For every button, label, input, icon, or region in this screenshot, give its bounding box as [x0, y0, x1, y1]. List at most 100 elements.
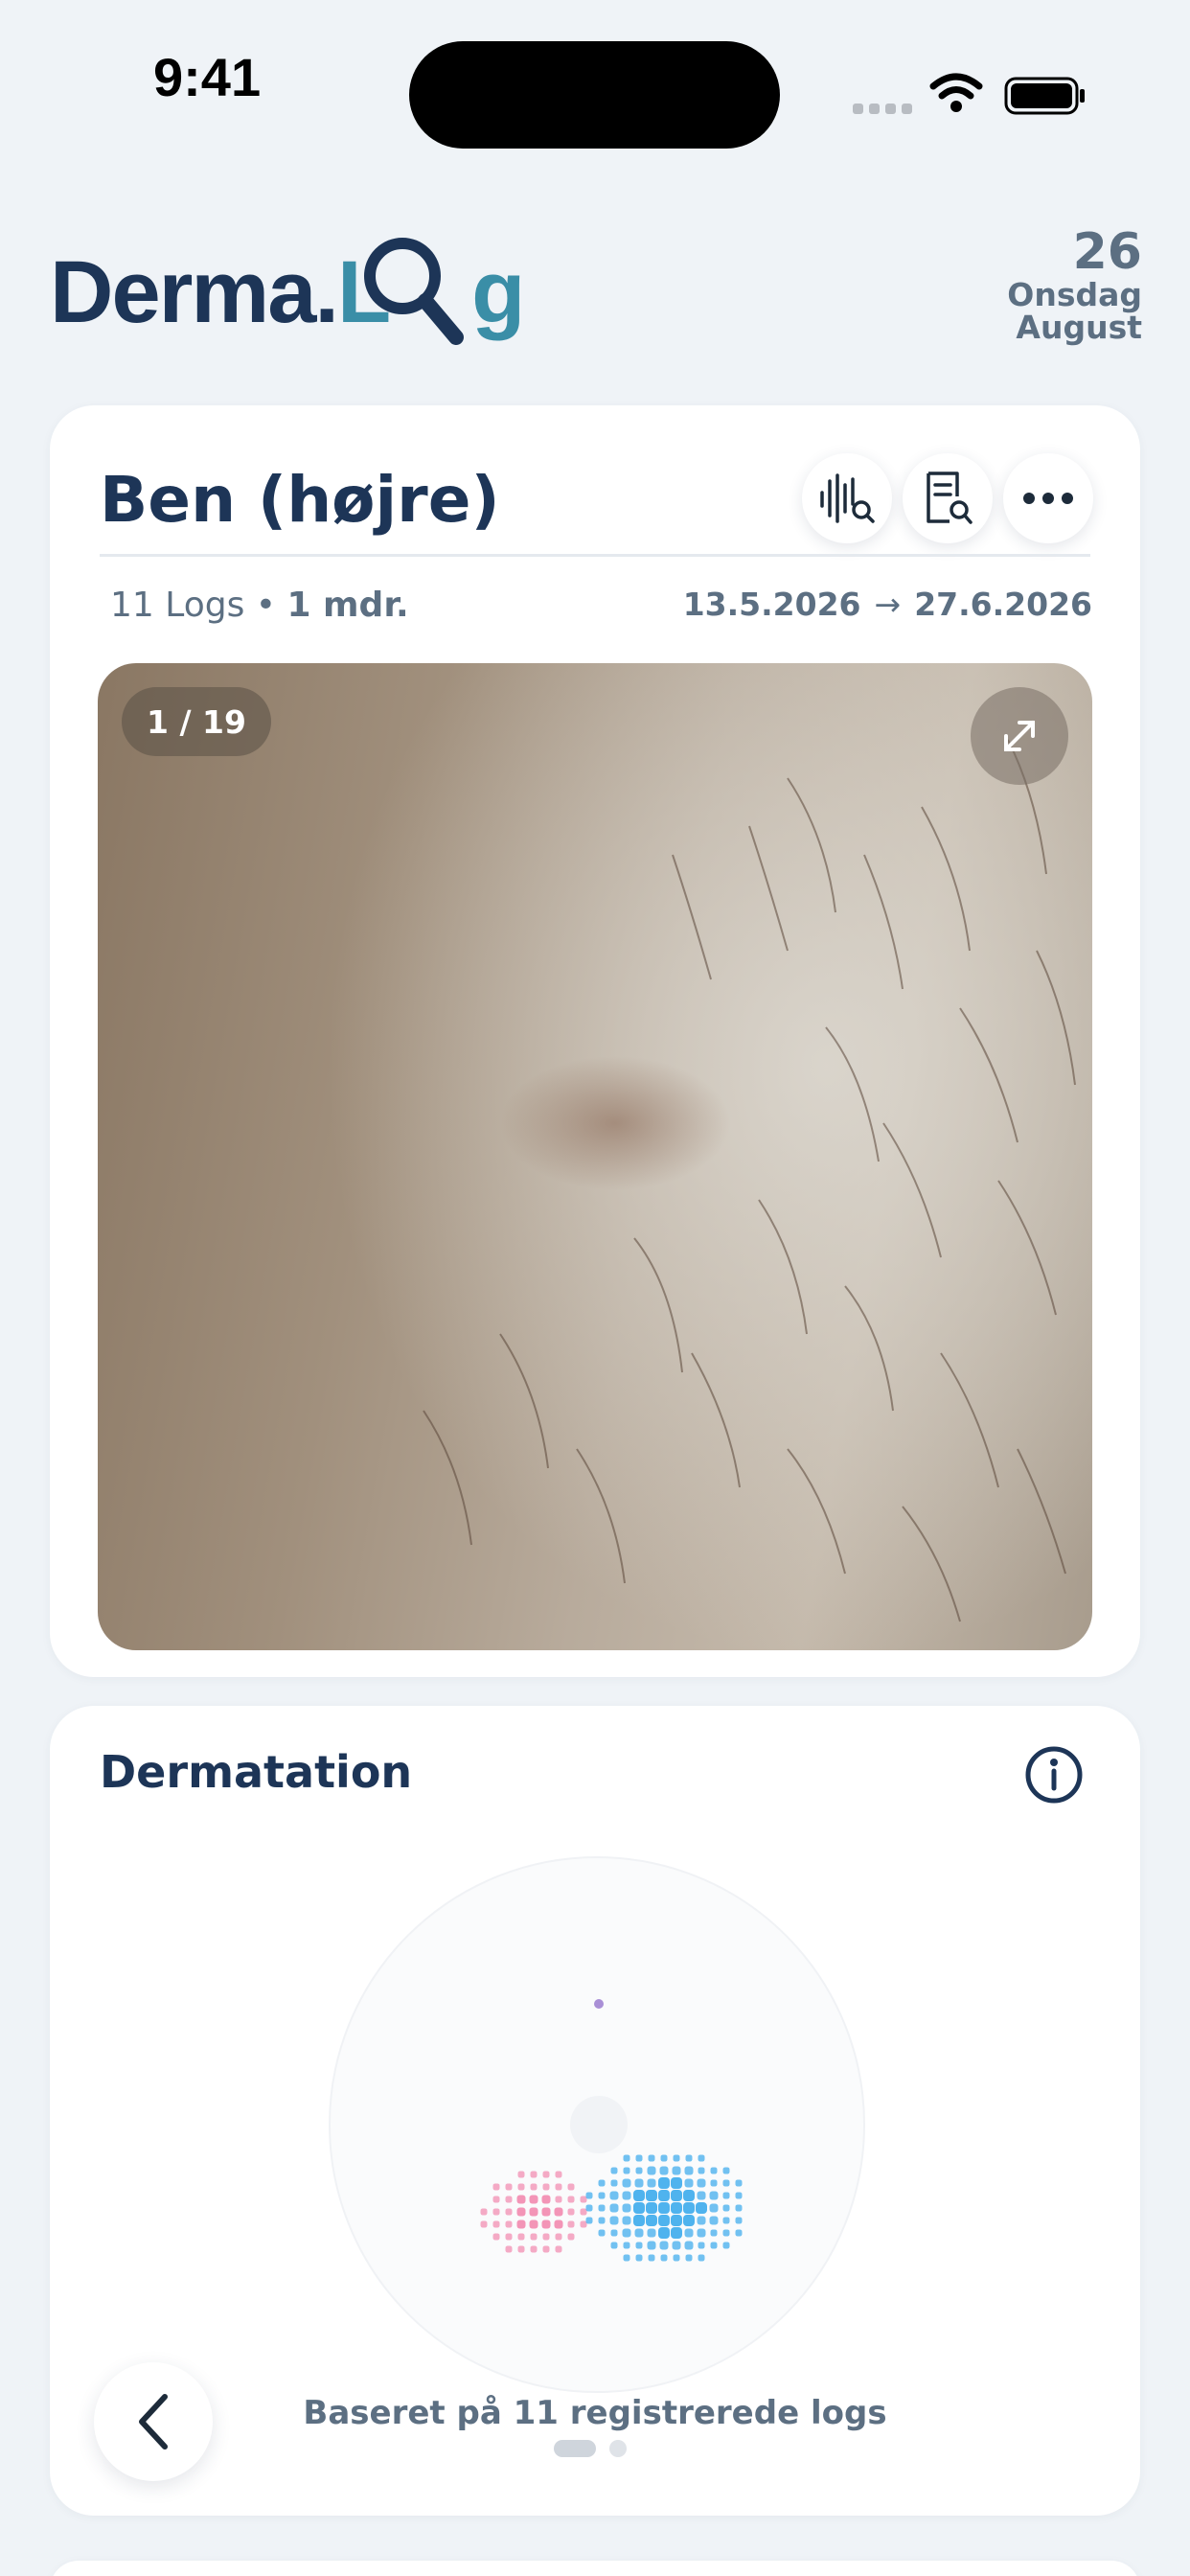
dermatation-dot: [646, 2202, 657, 2214]
dermatation-dot: [623, 2167, 630, 2174]
dermatation-dot: [684, 2228, 694, 2238]
dermatation-dot: [722, 2167, 730, 2174]
dermatation-dot: [541, 2195, 551, 2204]
report-button[interactable]: [903, 453, 993, 543]
dermatation-dot: [735, 2192, 743, 2199]
dermatation-dot: [585, 2192, 593, 2199]
dermatation-dot: [505, 2245, 513, 2253]
dermatation-dot: [517, 2183, 525, 2191]
dermatation-dot: [697, 2216, 706, 2225]
dermatation-dot: [610, 2229, 618, 2237]
page-dot[interactable]: [609, 2440, 627, 2457]
dermatation-dot: [709, 2191, 719, 2200]
dermatation-dot: [609, 2203, 619, 2213]
info-icon[interactable]: [1023, 1744, 1085, 1806]
dermatation-dot: [672, 2241, 681, 2250]
dermatation-dot: [610, 2167, 618, 2174]
status-time: 9:41: [153, 47, 262, 107]
document-search-icon: [927, 472, 973, 524]
skin-photo[interactable]: 1 / 19: [98, 663, 1092, 1650]
dermatation-dot: [697, 2178, 706, 2188]
dermatation-dot: [567, 2196, 575, 2203]
dermatation-dot: [505, 2233, 513, 2241]
dermatation-dot: [635, 2242, 643, 2249]
center-marker: [570, 2096, 628, 2153]
dermatation-dot: [648, 2154, 655, 2162]
dermatation-dot: [530, 2233, 538, 2241]
dermatation-dot: [735, 2179, 743, 2187]
indicator-dot: [594, 1999, 604, 2009]
dermatation-dot: [647, 2241, 656, 2250]
more-button[interactable]: [1003, 453, 1093, 543]
dermatation-dot: [567, 2233, 575, 2241]
expand-button[interactable]: [971, 687, 1068, 785]
dermatation-dot: [671, 2177, 682, 2189]
dermatation-card: Dermatation Baseret på 11 registrerede l…: [50, 1706, 1140, 2516]
battery-icon: [1004, 77, 1085, 115]
dermatation-dot: [567, 2208, 575, 2216]
dermatation-dot: [554, 2220, 563, 2229]
dermatation-dot: [683, 2190, 695, 2201]
dermatation-dot: [492, 2233, 500, 2241]
dermatation-dot: [673, 2254, 680, 2262]
dermatation-dot: [659, 2166, 669, 2175]
dermatation-dot: [684, 2241, 694, 2250]
dermatation-dot: [622, 2228, 631, 2238]
dermatation-dot: [709, 2203, 719, 2213]
dermatation-dot: [492, 2183, 500, 2191]
dermatation-dot: [633, 2202, 645, 2214]
dermatation-dot: [671, 2227, 682, 2239]
dermatation-dot: [542, 2245, 550, 2253]
dermatation-dot: [622, 2203, 631, 2213]
analyze-button[interactable]: [802, 453, 892, 543]
dermatation-dot: [646, 2215, 657, 2226]
dermatation-dot: [555, 2245, 562, 2253]
photo-counter: 1 / 19: [122, 687, 271, 756]
ellipsis-icon: [1023, 493, 1073, 504]
dermatation-dot: [516, 2220, 526, 2229]
dermatation-dot: [647, 2228, 656, 2238]
dermatation-dot: [598, 2217, 606, 2224]
dermatation-dot: [554, 2207, 563, 2217]
dermatation-dot: [492, 2208, 500, 2216]
back-button[interactable]: [94, 2362, 213, 2481]
dermatation-dot: [634, 2228, 644, 2238]
dermatation-dot: [683, 2215, 695, 2226]
dermatation-dot: [735, 2204, 743, 2212]
dermatation-dot: [635, 2154, 643, 2162]
dermatation-dot: [541, 2220, 551, 2229]
dermatation-dot: [710, 2167, 718, 2174]
dermatation-dot: [710, 2242, 718, 2249]
dermatation-dot: [698, 2242, 705, 2249]
page-indicator: [554, 2440, 627, 2457]
dermatation-dot: [480, 2220, 488, 2228]
dermatation-dot: [735, 2229, 743, 2237]
dermatation-dot: [722, 2204, 730, 2212]
dermatation-footnote: Baseret på 11 registrerede logs: [303, 2394, 887, 2432]
dermatation-dot: [698, 2167, 705, 2174]
dermatation-dot: [660, 2154, 668, 2162]
dermatation-dot: [623, 2254, 630, 2262]
dermatation-dot: [648, 2254, 655, 2262]
dermatation-dot: [647, 2166, 656, 2175]
magnifier-logo-icon: [364, 238, 464, 345]
dermatation-dot: [684, 2178, 694, 2188]
dermatation-dot: [658, 2177, 670, 2189]
dermatation-dot: [722, 2242, 730, 2249]
dermatation-dot: [646, 2190, 657, 2201]
date-range: 13.5.2026 → 27.6.2026: [682, 586, 1092, 623]
dermatation-dot: [529, 2195, 538, 2204]
dermatation-dot: [530, 2183, 538, 2191]
dermatation-dot: [542, 2183, 550, 2191]
dermatation-dot: [555, 2183, 562, 2191]
dermatation-dot: [622, 2191, 631, 2200]
dermatation-dot: [696, 2202, 707, 2214]
dermatation-dot: [710, 2179, 718, 2187]
dermatation-dot: [710, 2229, 718, 2237]
dermatation-dot: [634, 2178, 644, 2188]
dermatation-dot: [685, 2254, 693, 2262]
date-weekday: Onsdag: [1007, 275, 1142, 313]
dermatation-dot: [517, 2171, 525, 2178]
dermatation-dot: [623, 2154, 630, 2162]
title-divider: [100, 554, 1090, 557]
